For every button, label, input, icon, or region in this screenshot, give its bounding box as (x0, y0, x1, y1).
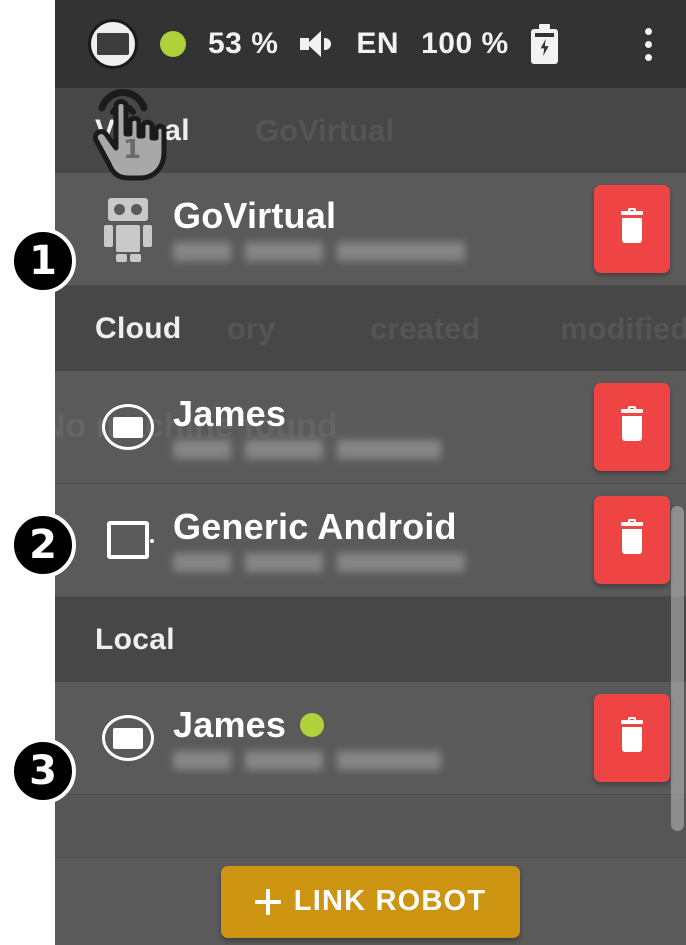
device-subtitle-redacted (173, 750, 441, 770)
section-header-cloud: ory created modified Cloud (55, 286, 686, 371)
device-row-govirtual[interactable]: GoVirtual (55, 173, 686, 286)
device-row-james-cloud[interactable]: No machine found James (55, 371, 686, 484)
trash-icon (617, 406, 647, 445)
delete-device-button[interactable] (594, 694, 670, 782)
section-label-local: Local (95, 622, 175, 656)
scrollbar-track[interactable] (669, 88, 686, 858)
link-robot-label: LINK ROBOT (293, 885, 487, 917)
screen-in-circle-icon[interactable] (88, 19, 138, 69)
device-subtitle-redacted (173, 241, 465, 261)
robot-icon (95, 198, 161, 262)
scrollbar-thumb[interactable] (671, 506, 684, 831)
annotation-badge-3: 3 (10, 738, 76, 804)
device-subtitle-redacted (173, 552, 465, 572)
annotation-badge-2: 2 (10, 512, 76, 578)
kebab-menu-icon[interactable] (645, 27, 652, 61)
screen-in-circle-icon (95, 404, 161, 450)
secondary-percent-label: 100 % (421, 27, 509, 60)
hand-pointer-cursor: 1 (92, 89, 167, 181)
battery-charging-icon (530, 24, 558, 64)
device-name-text: James (173, 704, 287, 746)
screen-in-circle-icon (95, 715, 161, 761)
device-row-james-local[interactable]: James (55, 682, 686, 795)
link-robot-button[interactable]: LINK ROBOT (220, 865, 521, 938)
language-label[interactable]: EN (356, 27, 399, 61)
trash-icon (617, 519, 647, 558)
delete-device-button[interactable] (594, 496, 670, 584)
device-list[interactable]: GoVirtual Virtual GoVirtual (55, 88, 686, 858)
device-name-label: James (173, 393, 287, 435)
trash-icon (617, 717, 647, 756)
delete-device-button[interactable] (594, 185, 670, 273)
section-header-local: Local (55, 597, 686, 682)
tablet-icon (95, 521, 161, 559)
ghost-text-cloud-a: ory (227, 310, 276, 346)
screen-glyph-inner (97, 33, 129, 55)
device-name-label: James (173, 706, 594, 744)
footer-bar: LINK ROBOT (55, 857, 686, 945)
speaker-icon[interactable] (300, 29, 334, 59)
svg-text:1: 1 (123, 135, 141, 165)
delete-device-button[interactable] (594, 383, 670, 471)
section-label-cloud: Cloud (95, 311, 182, 345)
device-row-generic-android[interactable]: Generic Android (55, 484, 686, 597)
ghost-text-virtual: GoVirtual (255, 112, 394, 148)
device-name-label: GoVirtual (173, 195, 337, 237)
ghost-text-cloud-c: modified (560, 310, 686, 346)
trash-icon (617, 208, 647, 247)
plus-icon (254, 888, 281, 915)
green-status-dot-icon (160, 31, 186, 57)
ghost-text-cloud-b: created (370, 310, 481, 346)
battery-percent-label: 53 % (208, 27, 279, 60)
device-name-label: Generic Android (173, 506, 457, 548)
annotation-badge-1: 1 (10, 228, 76, 294)
device-subtitle-redacted (173, 439, 441, 459)
online-status-dot-icon (300, 712, 325, 737)
